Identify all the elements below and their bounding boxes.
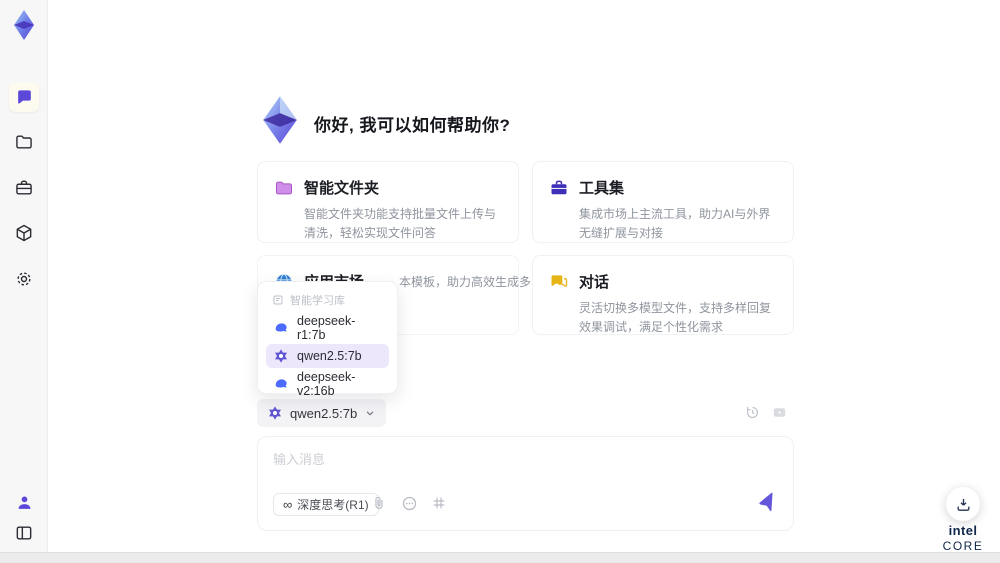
app-window: 你好, 我可以如何帮助你? 智能文件夹 智能文件夹功能支持批量文件上传与清洗，轻… bbox=[0, 0, 1000, 563]
message-composer[interactable]: 输入消息 ∞ 深度思考(R1) bbox=[257, 436, 794, 531]
sidebar-item-settings[interactable] bbox=[9, 264, 39, 294]
gear-icon bbox=[14, 269, 34, 289]
circle-more-icon[interactable] bbox=[401, 495, 419, 513]
card-desc: 灵活切换多模型文件，支持多样回复效果调试，满足个性化需求 bbox=[579, 301, 772, 334]
deepseek-whale-icon bbox=[273, 376, 289, 392]
card-toolset[interactable]: 工具集 集成市场上主流工具，助力AI与外界无缝扩展与对接 bbox=[532, 161, 794, 243]
model-option-qwen[interactable]: qwen2.5:7b bbox=[266, 344, 389, 368]
deepseek-whale-icon bbox=[273, 320, 289, 336]
card-title: 工具集 bbox=[579, 180, 625, 197]
card-title: 对话 bbox=[579, 274, 610, 291]
folder-icon bbox=[14, 132, 34, 152]
chat-bubble-icon bbox=[15, 88, 34, 107]
yellow-chat-icon bbox=[549, 272, 569, 292]
card-title: 智能文件夹 bbox=[304, 180, 380, 197]
video-window-icon[interactable] bbox=[771, 404, 788, 421]
grid-hash-icon[interactable] bbox=[431, 495, 449, 513]
library-icon bbox=[272, 294, 284, 306]
send-button[interactable] bbox=[755, 491, 779, 515]
card-dialogue[interactable]: 对话 灵活切换多模型文件，支持多样回复效果调试，满足个性化需求 bbox=[532, 255, 794, 335]
model-option-deepseek-r1[interactable]: deepseek-r1:7b bbox=[266, 314, 389, 342]
briefcase-icon bbox=[14, 178, 34, 198]
app-logo bbox=[7, 8, 41, 42]
qwen-icon bbox=[267, 405, 283, 421]
page-title: 你好, 我可以如何帮助你? bbox=[314, 116, 511, 135]
greeting-logo bbox=[254, 94, 306, 146]
layout-panel-icon bbox=[14, 523, 34, 543]
model-dropdown: 智能学习库 deepseek-r1:7b qwen2.5:7b deepseek… bbox=[257, 281, 398, 398]
card-desc: 集成市场上主流工具，助力AI与外界无缝扩展与对接 bbox=[579, 207, 771, 240]
paperclip-icon[interactable] bbox=[371, 495, 389, 513]
sidebar-item-toolset[interactable] bbox=[9, 173, 39, 203]
sidebar-item-models[interactable] bbox=[9, 218, 39, 248]
sidebar bbox=[0, 0, 48, 552]
indigo-briefcase-icon bbox=[549, 178, 569, 198]
core-wordmark: CORE bbox=[942, 539, 984, 553]
deep-think-toggle[interactable]: ∞ 深度思考(R1) bbox=[273, 493, 379, 516]
model-selector-value: qwen2.5:7b bbox=[290, 405, 358, 421]
sidebar-item-panel[interactable] bbox=[9, 518, 39, 548]
model-option-deepseek-v2[interactable]: deepseek-v2:16b bbox=[266, 370, 389, 398]
chevron-down-icon bbox=[364, 407, 376, 419]
model-dropdown-header: 智能学习库 bbox=[264, 290, 391, 314]
download-icon bbox=[955, 496, 972, 513]
qwen-icon bbox=[273, 348, 289, 364]
infinity-icon: ∞ bbox=[283, 497, 293, 512]
user-icon bbox=[15, 493, 34, 512]
history-icon[interactable] bbox=[744, 404, 761, 421]
window-bottom-strip bbox=[0, 552, 1000, 563]
deep-think-label: 深度思考(R1) bbox=[297, 498, 369, 512]
composer-tools bbox=[371, 495, 449, 513]
purple-folder-icon bbox=[274, 178, 294, 198]
sidebar-item-folders[interactable] bbox=[9, 127, 39, 157]
card-desc: 智能文件夹功能支持批量文件上传与清洗，轻松实现文件问答 bbox=[304, 207, 497, 240]
card-smart-folder[interactable]: 智能文件夹 智能文件夹功能支持批量文件上传与清洗，轻松实现文件问答 bbox=[257, 161, 519, 243]
cube-icon bbox=[14, 223, 34, 243]
download-button[interactable] bbox=[946, 487, 980, 521]
sidebar-item-profile[interactable] bbox=[9, 487, 39, 517]
conversation-actions bbox=[744, 404, 788, 421]
intel-wordmark: intel bbox=[948, 523, 978, 538]
model-selector-button[interactable]: qwen2.5:7b bbox=[257, 399, 387, 427]
composer-placeholder: 输入消息 bbox=[273, 452, 326, 467]
card-desc-fragment: 本模板，助力高效生成多 bbox=[399, 275, 532, 289]
sidebar-item-chat[interactable] bbox=[9, 82, 39, 112]
